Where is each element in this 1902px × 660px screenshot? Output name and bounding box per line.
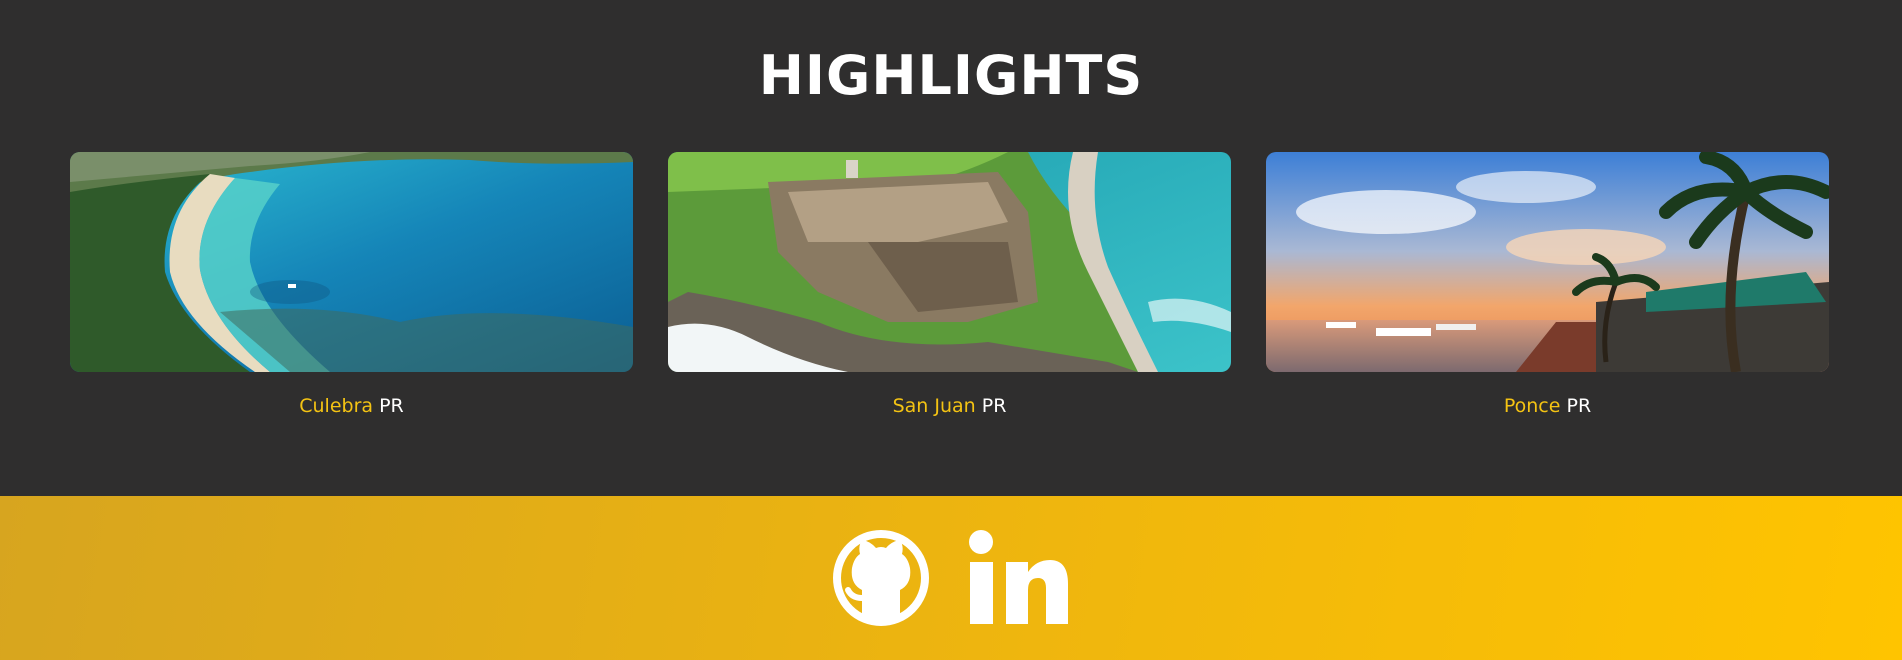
highlight-card-ponce[interactable]: Ponce PR [1266, 152, 1829, 417]
culebra-photo [70, 152, 633, 372]
region-suffix: PR [379, 395, 404, 417]
ponce-photo [1266, 152, 1829, 372]
section-title: HIGHLIGHTS [758, 44, 1144, 107]
highlight-cards: Culebra PR San Juan PR Ponce PR [0, 152, 1902, 432]
san-juan-caption: San Juan PR [668, 395, 1231, 417]
city-name: San Juan [892, 395, 976, 417]
city-name: Culebra [299, 395, 374, 417]
ponce-caption: Ponce PR [1266, 395, 1829, 417]
highlight-card-san-juan[interactable]: San Juan PR [668, 152, 1231, 417]
highlights-section: HIGHLIGHTS Culebra PR San Juan PR Ponce … [0, 0, 1902, 496]
region-suffix: PR [1566, 395, 1592, 417]
highlight-card-culebra[interactable]: Culebra PR [70, 152, 633, 417]
region-suffix: PR [981, 395, 1007, 417]
footer [0, 496, 1902, 660]
linkedin-link[interactable] [968, 528, 1070, 628]
san-juan-photo [668, 152, 1231, 372]
github-icon [833, 530, 929, 626]
github-link[interactable] [832, 528, 930, 628]
culebra-caption: Culebra PR [70, 395, 633, 417]
city-name: Ponce [1503, 395, 1561, 417]
linkedin-icon [969, 530, 1068, 624]
